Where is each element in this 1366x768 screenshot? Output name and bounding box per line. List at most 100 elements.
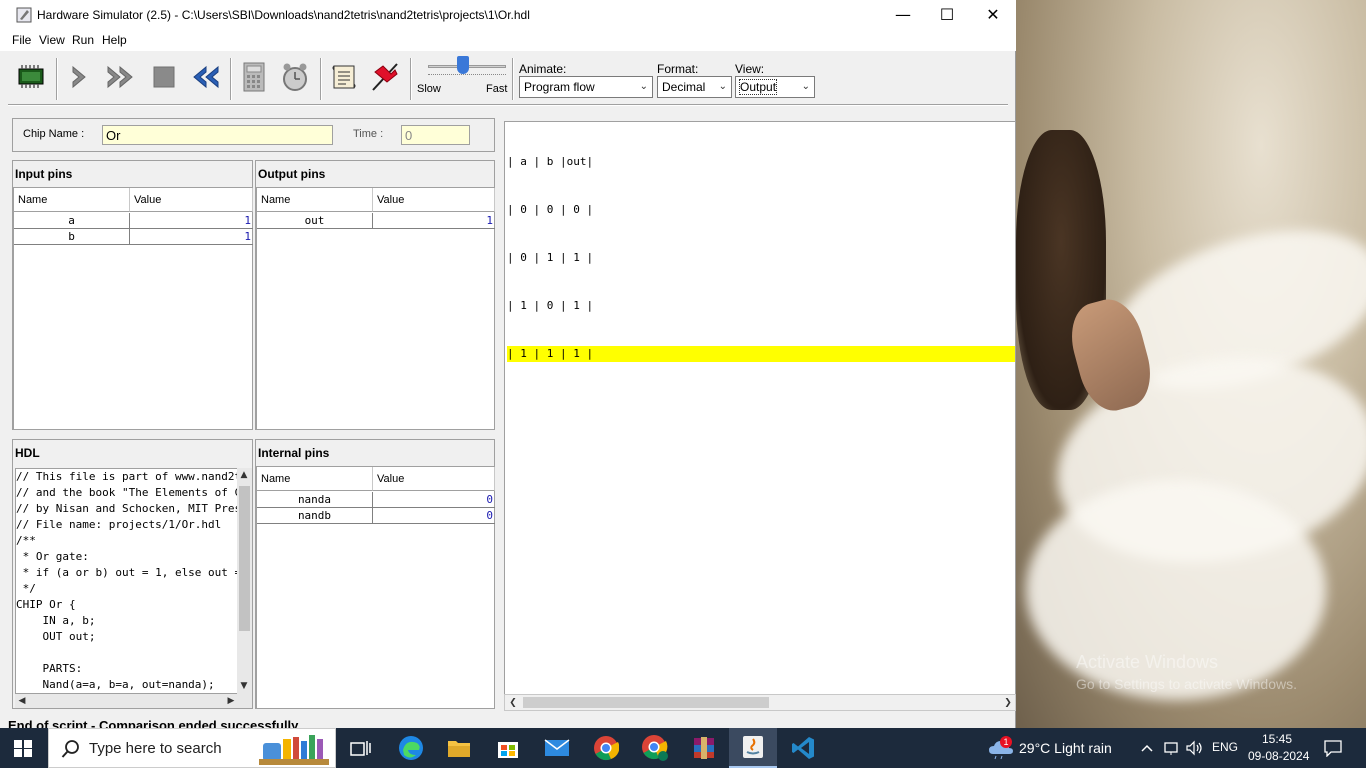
notification-badge: 1 <box>1000 736 1012 748</box>
calculator-icon <box>243 62 265 92</box>
speed-slow-label: Slow <box>417 83 441 95</box>
pin-value: 1 <box>486 214 493 227</box>
taskbar-java-app[interactable] <box>729 728 777 768</box>
taskbar-vscode[interactable] <box>779 728 827 768</box>
scroll-right-icon[interactable]: ❯ <box>1001 696 1015 710</box>
output-pins-panel: Output pins Name Value out 1 <box>255 160 495 430</box>
toolbar-separator <box>320 58 322 100</box>
script-icon <box>332 65 356 89</box>
scroll-thumb[interactable] <box>239 486 250 631</box>
table-row[interactable]: out 1 <box>257 213 495 229</box>
task-view-button[interactable] <box>337 728 385 768</box>
table-row[interactable]: nandb 0 <box>257 508 495 524</box>
menu-view[interactable]: View <box>39 33 65 47</box>
title-bar: Hardware Simulator (2.5) - C:\Users\SBI\… <box>0 0 1016 31</box>
table-row[interactable]: a 1 <box>14 213 253 229</box>
pin-value[interactable]: 1 <box>130 229 253 244</box>
taskbar-store[interactable] <box>484 728 532 768</box>
minimize-button[interactable]: — <box>880 0 926 31</box>
output-view[interactable]: | a | b |out| | 0 | 0 | 0 | | 0 | 1 | 1 … <box>504 121 1016 711</box>
taskbar-mail[interactable] <box>533 728 581 768</box>
chevron-down-icon: ⌄ <box>639 81 648 92</box>
view-select-value: Output <box>738 79 778 95</box>
format-select[interactable]: Decimal ⌄ <box>657 76 732 98</box>
output-horizontal-scrollbar[interactable]: ❮ ❯ <box>504 694 1016 711</box>
breakpoints-button[interactable] <box>368 60 402 94</box>
menu-file[interactable]: File <box>12 33 31 47</box>
scroll-up-icon[interactable]: ▲ <box>237 468 251 482</box>
single-step-button[interactable] <box>63 60 97 94</box>
windows-start-icon[interactable] <box>14 740 32 757</box>
input-pins-header-name: Name <box>14 188 130 212</box>
load-chip-button[interactable] <box>14 60 48 94</box>
scroll-left-icon[interactable]: ◀ <box>15 694 29 708</box>
clock-time[interactable]: 15:45 <box>1262 732 1292 746</box>
table-row[interactable]: nanda 0 <box>257 492 495 508</box>
format-label: Format: <box>657 62 699 76</box>
network-icon[interactable] <box>1163 740 1179 756</box>
hdl-horizontal-scrollbar[interactable]: ◀ ▶ <box>15 694 252 708</box>
language-indicator[interactable]: ENG <box>1212 740 1238 754</box>
table-row[interactable]: b 1 <box>14 229 253 245</box>
volume-icon[interactable] <box>1186 740 1204 756</box>
internal-pins-header-name: Name <box>257 467 373 491</box>
stop-button[interactable] <box>147 60 181 94</box>
alarm-clock-icon <box>283 63 307 91</box>
menu-help[interactable]: Help <box>102 33 127 47</box>
toolbar-separator <box>56 58 58 100</box>
pin-value[interactable]: 1 <box>130 213 253 228</box>
scroll-thumb[interactable] <box>523 697 769 708</box>
menu-run[interactable]: Run <box>72 33 94 47</box>
toolbar-divider <box>8 104 1008 106</box>
output-pins-header-name: Name <box>257 188 373 212</box>
toolbar: Slow Fast Animate: Program flow ⌄ Format… <box>8 54 1016 104</box>
scroll-right-icon[interactable]: ▶ <box>224 694 238 708</box>
desktop-wallpaper <box>1016 0 1366 728</box>
scroll-down-icon[interactable]: ▼ <box>237 679 251 693</box>
input-pins-header-value: Value <box>130 188 253 212</box>
internal-pins-table: Name Value nanda 0 nandb 0 <box>256 466 495 709</box>
chip-icon <box>18 65 44 88</box>
reset-button[interactable] <box>188 60 222 94</box>
weather-text[interactable]: 29°C Light rain <box>1019 740 1112 756</box>
internal-pins-header-value: Value <box>373 467 495 491</box>
script-button[interactable] <box>327 60 361 94</box>
taskbar-search[interactable]: Type here to search <box>48 728 336 768</box>
java-icon <box>743 736 763 758</box>
toolbar-separator <box>512 58 514 100</box>
menu-bar: File View Run Help <box>0 31 1016 51</box>
animate-select[interactable]: Program flow ⌄ <box>519 76 653 98</box>
output-pins-table: Name Value out 1 <box>256 187 495 430</box>
taskbar-chrome-profile[interactable] <box>631 728 679 768</box>
view-select[interactable]: Output ⌄ <box>735 76 815 98</box>
clock-date[interactable]: 09-08-2024 <box>1248 749 1309 763</box>
output-table: | a | b |out| | 0 | 0 | 0 | | 0 | 1 | 1 … <box>507 122 1015 394</box>
hdl-vertical-scrollbar[interactable]: ▲ ▼ <box>237 468 252 694</box>
hardware-simulator-window: Hardware Simulator (2.5) - C:\Users\SBI\… <box>0 0 1016 728</box>
taskbar-winrar[interactable] <box>680 728 728 768</box>
taskbar-edge[interactable] <box>387 728 435 768</box>
eval-button[interactable] <box>237 60 271 94</box>
speed-slider-thumb[interactable] <box>457 56 469 74</box>
flag-icon <box>372 63 398 91</box>
chevron-down-icon: ⌄ <box>801 81 810 92</box>
search-icon <box>61 740 79 758</box>
output-line: | 0 | 0 | 0 | <box>507 203 594 216</box>
output-pins-title: Output pins <box>258 167 326 181</box>
hdl-title: HDL <box>15 446 40 460</box>
scroll-left-icon[interactable]: ❮ <box>506 696 520 710</box>
action-center-icon[interactable] <box>1323 739 1343 757</box>
clock-button[interactable] <box>278 60 312 94</box>
hdl-source[interactable]: // This file is part of www.nand2tetris.… <box>15 468 239 694</box>
taskbar-chrome[interactable] <box>582 728 630 768</box>
maximize-button[interactable]: ☐ <box>924 0 970 31</box>
chrome-profile-icon <box>642 735 668 761</box>
output-pins-header-value: Value <box>373 188 495 212</box>
close-button[interactable]: ✕ <box>970 0 1016 31</box>
activate-windows-hint: Go to Settings to activate Windows. <box>1076 676 1297 692</box>
chrome-icon <box>594 736 619 761</box>
run-button[interactable] <box>104 60 138 94</box>
format-select-value: Decimal <box>662 80 706 94</box>
chevron-up-icon[interactable] <box>1140 742 1154 754</box>
taskbar-file-explorer[interactable] <box>435 728 483 768</box>
